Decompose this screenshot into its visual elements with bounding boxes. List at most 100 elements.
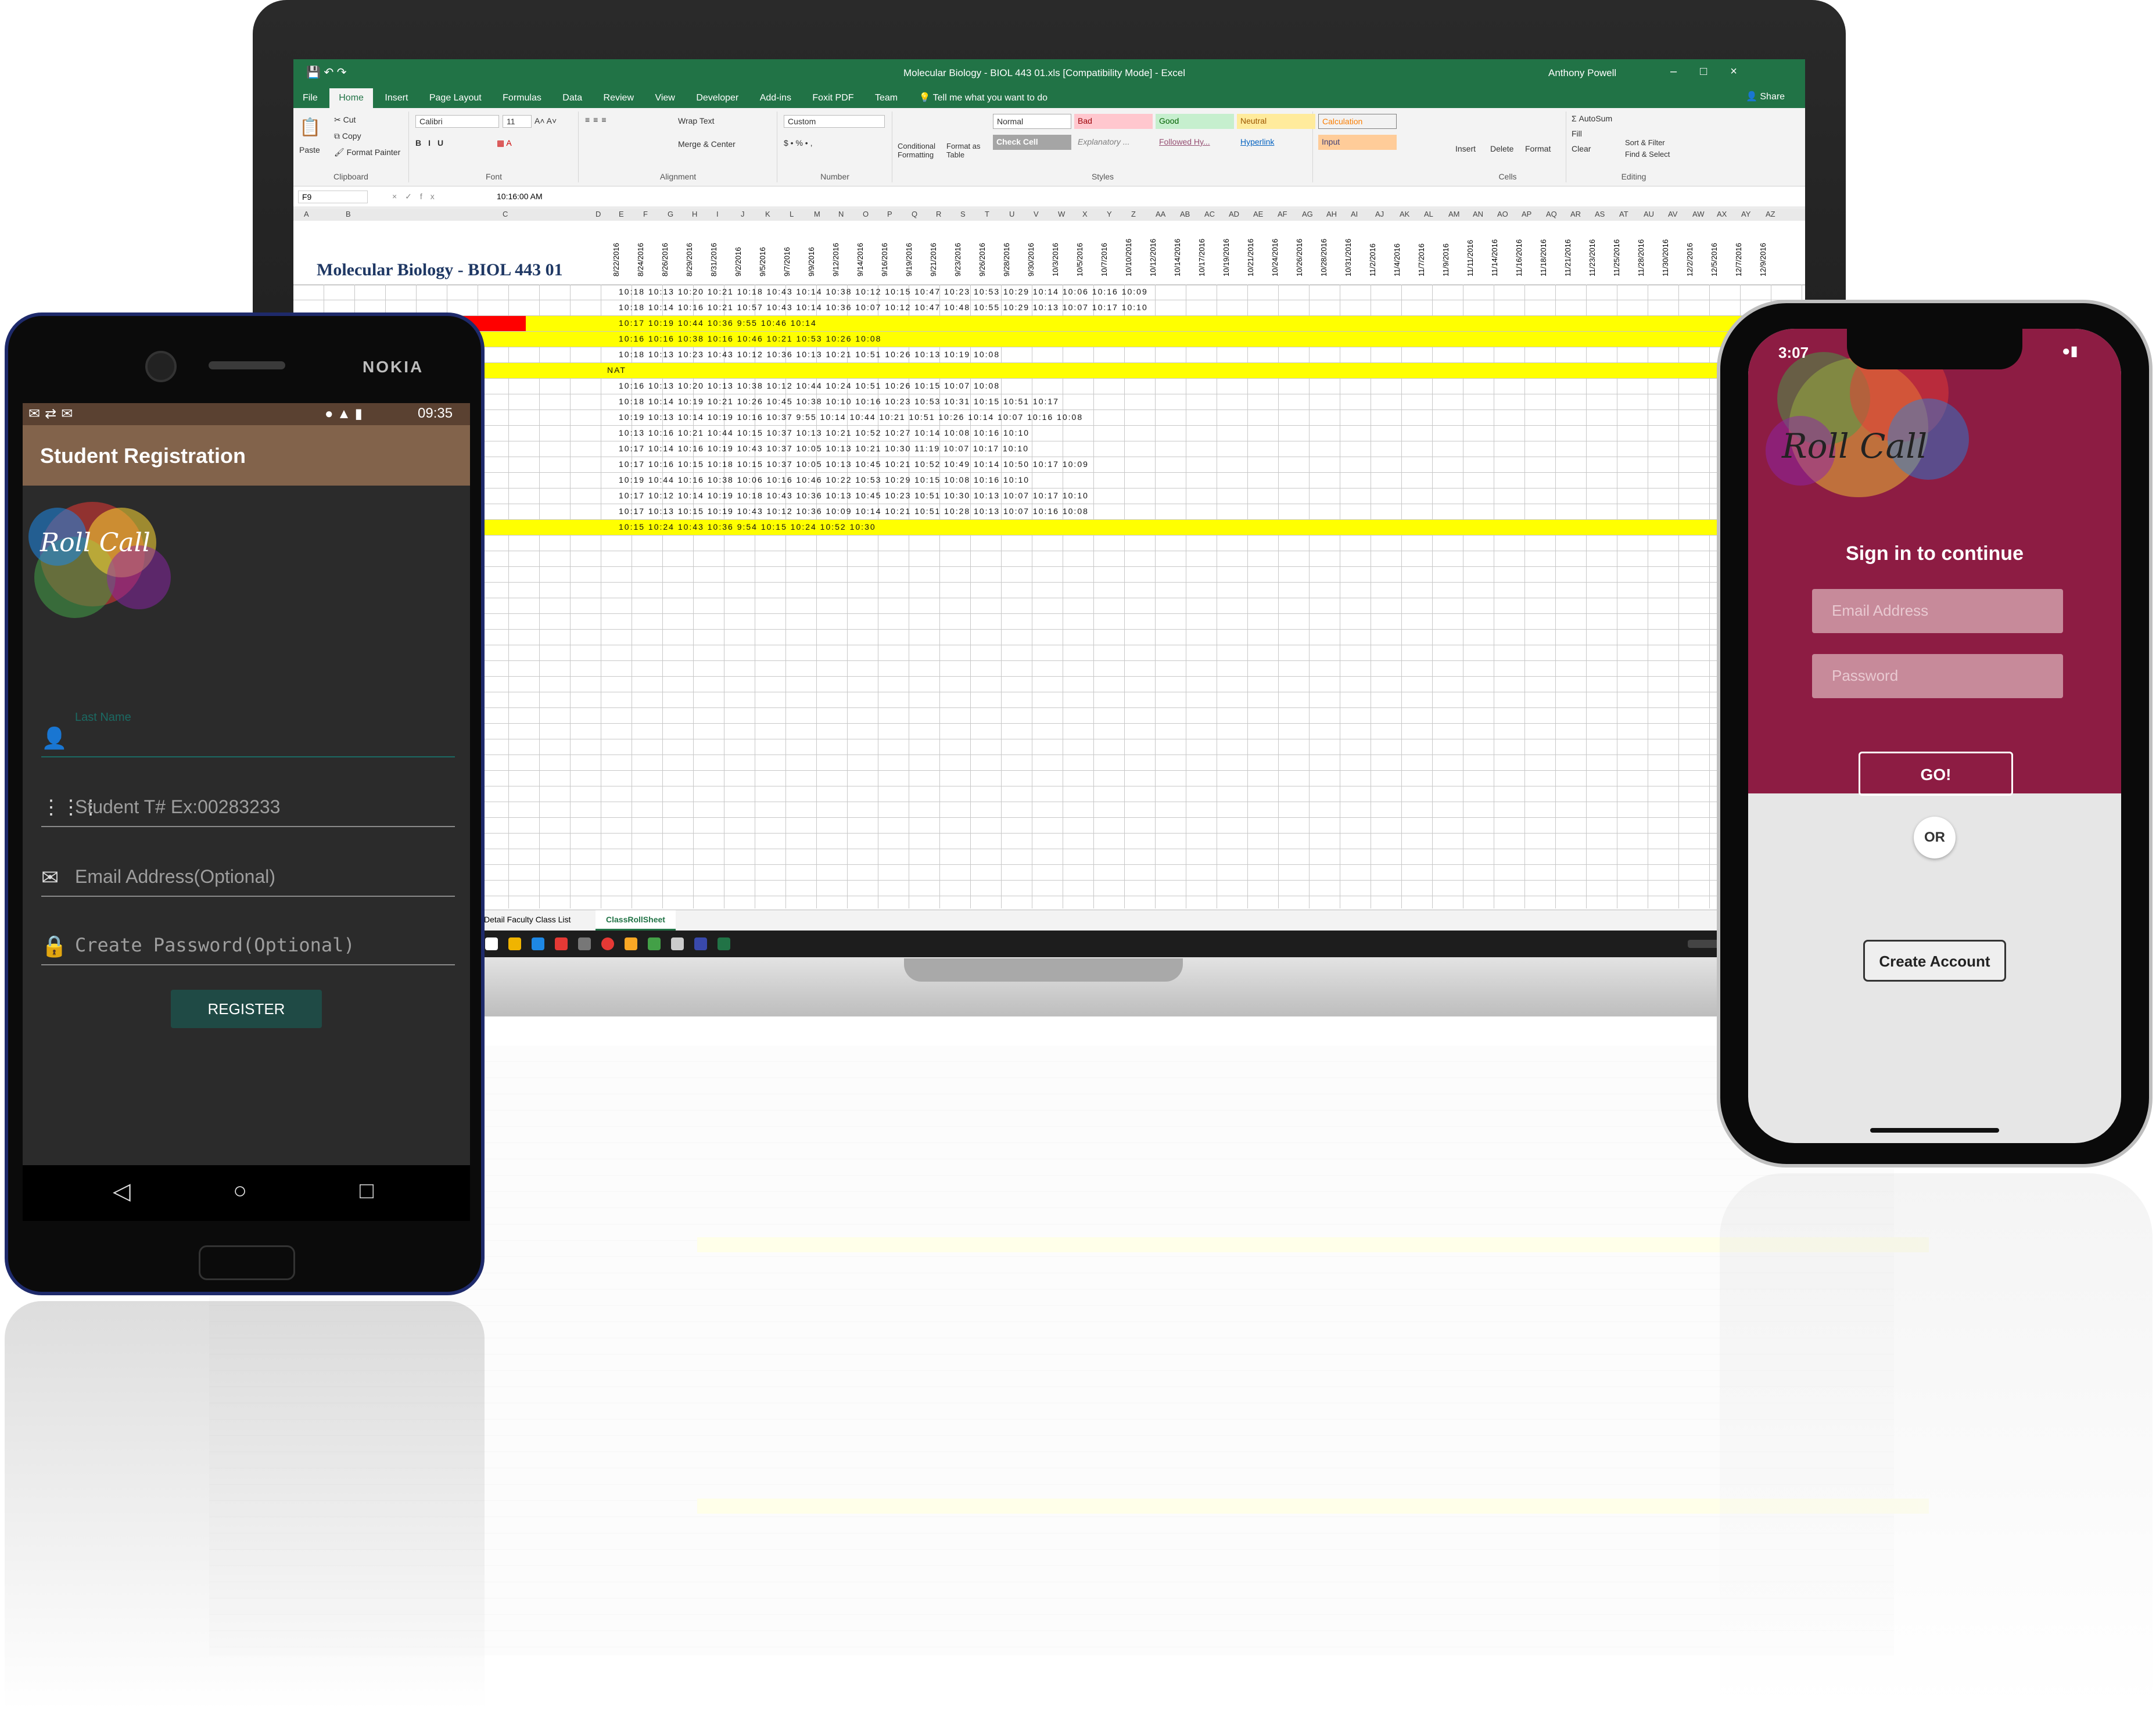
column-header[interactable]: G	[668, 210, 673, 218]
column-header[interactable]: F	[643, 210, 648, 218]
column-header[interactable]: C	[503, 210, 508, 218]
tell-me-box[interactable]: 💡 Tell me what you want to do	[910, 87, 1057, 108]
column-header[interactable]: Y	[1107, 210, 1112, 218]
taskbar-app-icon[interactable]	[485, 937, 498, 950]
insert-cells-button[interactable]: Insert	[1455, 144, 1476, 153]
formula-icons[interactable]: ×✓fx	[392, 192, 443, 202]
column-header[interactable]: N	[838, 210, 844, 218]
column-header[interactable]: D	[595, 210, 601, 218]
attendance-row[interactable]: 10:19 10:44 10:16 10:38 10:06 10:16 10:4…	[619, 475, 1029, 484]
attendance-row[interactable]: 10:16 10:13 10:20 10:13 10:38 10:12 10:4…	[619, 381, 1000, 390]
attendance-row[interactable]: 10:18 10:14 10:19 10:21 10:26 10:45 10:3…	[619, 397, 1059, 406]
sort-filter-button[interactable]: Sort & Filter	[1625, 138, 1665, 147]
student-number-field[interactable]: ⋮⋮⋮ Student T# Ex:00283233	[41, 775, 455, 827]
recents-icon[interactable]: □	[360, 1178, 374, 1204]
format-cells-button[interactable]: Format	[1525, 144, 1551, 153]
photoshop-icon[interactable]	[694, 937, 707, 950]
column-header[interactable]: K	[765, 210, 770, 218]
column-header[interactable]: H	[692, 210, 697, 218]
password-field[interactable]: 🔒 Create Password(Optional)	[41, 913, 455, 965]
back-icon[interactable]: ◁	[113, 1178, 131, 1205]
column-header[interactable]: AQ	[1546, 210, 1557, 218]
column-header[interactable]: AA	[1156, 210, 1165, 218]
column-header[interactable]: I	[716, 210, 719, 218]
quick-access-toolbar[interactable]: 💾 ↶ ↷	[306, 65, 347, 80]
formula-input[interactable]: 10:16:00 AM	[497, 192, 543, 201]
format-as-table-button[interactable]: Format as Table	[946, 142, 987, 159]
column-header[interactable]: B	[346, 210, 351, 218]
column-header[interactable]: L	[790, 210, 794, 218]
sheet-tab-classrollsheet[interactable]: ClassRollSheet	[595, 910, 676, 931]
email-input[interactable]: Email Address	[1812, 589, 2063, 633]
column-header[interactable]: AC	[1204, 210, 1215, 218]
style-neutral[interactable]: Neutral	[1237, 114, 1315, 129]
column-header[interactable]: T	[985, 210, 989, 218]
tab-view[interactable]: View	[645, 88, 684, 108]
column-header[interactable]: S	[960, 210, 966, 218]
style-normal[interactable]: Normal	[993, 114, 1071, 129]
tab-data[interactable]: Data	[553, 88, 591, 108]
number-format-select[interactable]: Custom	[784, 115, 885, 128]
mail-icon[interactable]	[532, 937, 544, 950]
attendance-row[interactable]: 10:17 10:14 10:16 10:19 10:43 10:37 10:0…	[619, 444, 1029, 453]
column-header[interactable]: AW	[1692, 210, 1704, 218]
opera-icon[interactable]	[601, 937, 614, 950]
tab-file[interactable]: File	[293, 88, 327, 108]
font-name-select[interactable]: Calibri	[415, 115, 499, 128]
attendance-row[interactable]: 10:19 10:13 10:14 10:19 10:16 10:37 9:55…	[619, 412, 1083, 422]
style-check-cell[interactable]: Check Cell	[993, 135, 1071, 150]
password-input[interactable]: Password	[1812, 654, 2063, 698]
font-grow-shrink[interactable]: A˄ A˅	[534, 116, 557, 125]
fill-button[interactable]: Fill	[1572, 129, 1582, 138]
wrap-text-button[interactable]: Wrap Text	[678, 116, 715, 125]
clear-button[interactable]: Clear	[1572, 144, 1591, 153]
column-header[interactable]: P	[887, 210, 892, 218]
column-header[interactable]: J	[741, 210, 745, 218]
column-header[interactable]: O	[863, 210, 869, 218]
format-painter-button[interactable]: 🖌 Format Painter	[334, 148, 400, 157]
column-header[interactable]: AI	[1351, 210, 1358, 218]
font-color-button[interactable]: ▦ A	[497, 138, 512, 148]
tab-developer[interactable]: Developer	[687, 88, 748, 108]
column-header[interactable]: AB	[1180, 210, 1190, 218]
tab-home[interactable]: Home	[329, 88, 373, 108]
style-followed-hyperlink[interactable]: Followed Hy...	[1156, 135, 1234, 150]
attendance-row[interactable]: 10:16 10:16 10:38 10:16 10:46 10:21 10:5…	[619, 334, 881, 343]
column-header[interactable]: AX	[1717, 210, 1727, 218]
column-header[interactable]: AO	[1497, 210, 1508, 218]
column-header[interactable]: AE	[1253, 210, 1263, 218]
style-input[interactable]: Input	[1318, 135, 1397, 150]
attendance-row[interactable]: 10:17 10:13 10:15 10:19 10:43 10:12 10:3…	[619, 506, 1089, 516]
attendance-row[interactable]: 10:17 10:16 10:15 10:18 10:15 10:37 10:0…	[619, 459, 1089, 469]
tab-team[interactable]: Team	[866, 88, 907, 108]
excel-icon[interactable]	[718, 937, 730, 950]
merge-center-button[interactable]: Merge & Center	[678, 139, 736, 149]
register-button[interactable]: REGISTER	[171, 990, 322, 1028]
tab-foxit-pdf[interactable]: Foxit PDF	[803, 88, 863, 108]
copy-button[interactable]: ⧉ Copy	[334, 131, 361, 141]
font-size-select[interactable]: 11	[503, 115, 532, 128]
column-header[interactable]: AV	[1668, 210, 1677, 218]
style-calculation[interactable]: Calculation	[1318, 114, 1397, 129]
tab-add-ins[interactable]: Add-ins	[751, 88, 801, 108]
conditional-formatting-button[interactable]: Conditional Formatting	[898, 142, 944, 159]
style-good[interactable]: Good	[1156, 114, 1234, 129]
user-name[interactable]: Anthony Powell	[1548, 67, 1616, 79]
tab-formulas[interactable]: Formulas	[493, 88, 551, 108]
column-header[interactable]: AR	[1570, 210, 1581, 218]
column-header[interactable]: AT	[1619, 210, 1628, 218]
attendance-row[interactable]: 10:17 10:19 10:44 10:36 9:55 10:46 10:14	[619, 318, 817, 328]
number-format-icons[interactable]: $ • % • ,	[784, 138, 813, 148]
attendance-row[interactable]: NAT	[607, 365, 626, 375]
tab-insert[interactable]: Insert	[375, 88, 417, 108]
column-header[interactable]: U	[1009, 210, 1014, 218]
column-header[interactable]: AZ	[1766, 210, 1775, 218]
column-header[interactable]: Z	[1131, 210, 1136, 218]
attendance-row[interactable]: 10:18 10:13 10:20 10:21 10:18 10:43 10:1…	[619, 287, 1148, 296]
attendance-row[interactable]: 10:15 10:24 10:43 10:36 9:54 10:15 10:24…	[619, 522, 876, 531]
column-header[interactable]: R	[936, 210, 941, 218]
go-button[interactable]: GO!	[1859, 752, 2013, 796]
column-header[interactable]: X	[1082, 210, 1088, 218]
spreadsheet-grid[interactable]: A B C D E F G H I J K L M N O P Q R S T U V W X Y Z AA AB AC AD AE AF AG…	[293, 208, 1805, 908]
column-header[interactable]: E	[619, 210, 624, 218]
